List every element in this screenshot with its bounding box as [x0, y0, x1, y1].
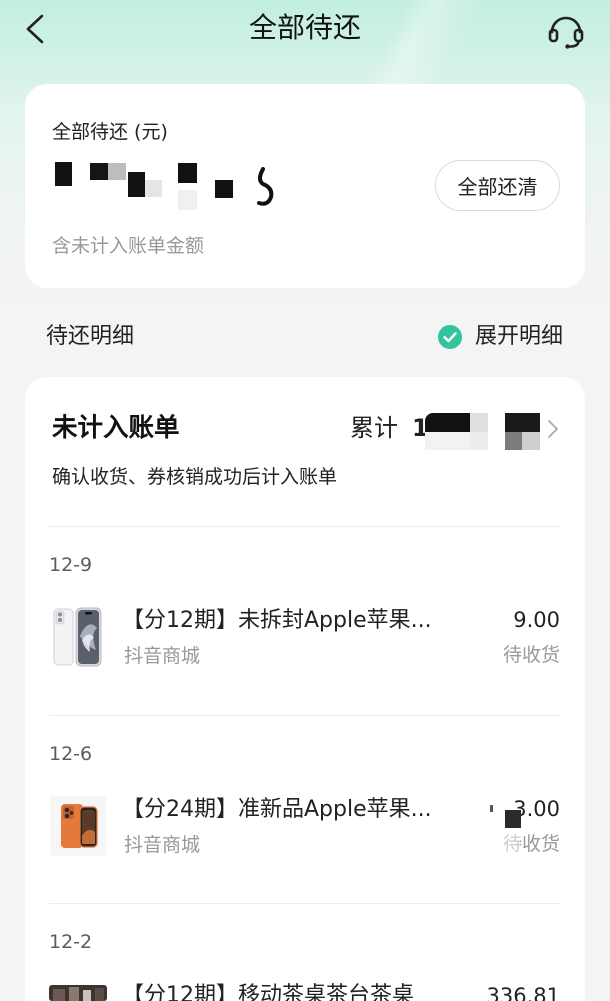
unbilled-title: 未计入账单 — [52, 413, 180, 443]
order-row[interactable]: 【分12期】移动茶桌茶台茶桌 336.81 — [49, 982, 560, 1001]
chevron-right-icon — [548, 420, 558, 438]
product-thumbnail — [52, 606, 103, 667]
order-row[interactable]: 【分12期】未拆封Apple苹果... 9.00 抖音商城 待收货 — [49, 603, 560, 671]
customer-service-button[interactable] — [546, 11, 586, 51]
order-amount: 336.81 — [486, 984, 560, 1001]
order-title: 【分12期】移动茶桌茶台茶桌 — [122, 983, 414, 1001]
redaction-block — [503, 834, 520, 856]
check-circle-icon — [438, 325, 462, 349]
order-title: 【分24期】准新品Apple苹果... — [122, 797, 432, 822]
divider — [49, 715, 560, 716]
pay-all-button[interactable]: 全部还清 — [435, 160, 560, 211]
total-due-label: 全部待还 (元) — [52, 121, 168, 143]
summary-card: 全部待还 (元) 全部还清 含未计入账单金额 — [25, 84, 585, 288]
summary-note: 含未计入账单金额 — [52, 235, 205, 257]
order-row[interactable]: 【分24期】准新品Apple苹果... 3.00 抖音商城 待收货 — [49, 793, 560, 861]
headset-icon — [548, 16, 584, 49]
unbilled-total-label: 累计 — [350, 414, 398, 442]
product-thumbnail — [50, 796, 106, 856]
group-date: 12-9 — [49, 554, 93, 576]
order-title: 【分12期】未拆封Apple苹果... — [122, 608, 432, 633]
redaction-mark — [490, 805, 493, 812]
product-thumbnail — [49, 985, 107, 1001]
order-amount: 9.00 — [513, 608, 560, 632]
page-title: 全部待还 — [248, 11, 361, 44]
divider — [49, 903, 560, 904]
order-shop: 抖音商城 — [124, 834, 201, 856]
group-date: 12-6 — [49, 743, 93, 765]
expand-details-label: 展开明细 — [475, 324, 564, 349]
divider — [49, 526, 560, 527]
detail-card: 未计入账单 累计 1 确认收货、券核销成功后计入账单 12-9 【分12期】未拆… — [25, 377, 585, 1001]
redaction-block — [505, 810, 521, 828]
unbilled-header[interactable]: 未计入账单 累计 1 — [25, 397, 585, 457]
expand-details-toggle[interactable]: 展开明细 — [436, 322, 568, 352]
redacted-amount — [53, 160, 283, 212]
unbilled-total: 累计 1 — [350, 414, 429, 442]
details-title: 待还明细 — [46, 324, 135, 349]
group-date: 12-2 — [49, 931, 93, 953]
order-shop: 抖音商城 — [124, 645, 201, 667]
unbilled-note: 确认收货、券核销成功后计入账单 — [52, 466, 338, 488]
redacted-total — [425, 413, 540, 450]
order-status: 待收货 — [502, 644, 560, 666]
